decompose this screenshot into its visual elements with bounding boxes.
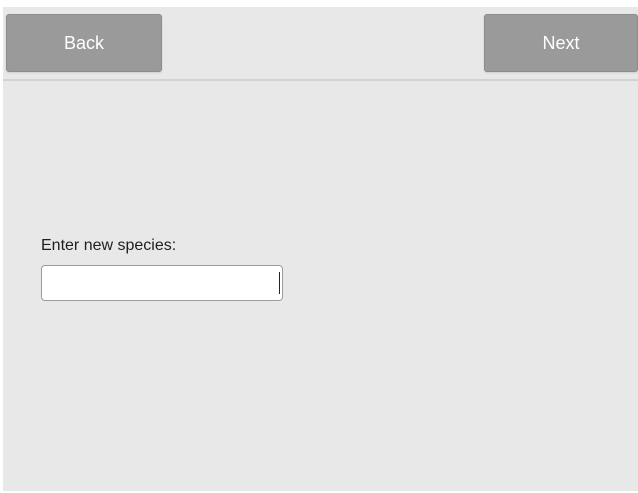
toolbar-divider [3,79,638,81]
text-caret [279,272,280,294]
top-toolbar: Back Next [3,7,638,82]
species-prompt-label: Enter new species: [41,237,177,254]
next-button[interactable]: Next [484,14,638,72]
species-input[interactable] [41,265,283,301]
back-button[interactable]: Back [6,14,162,72]
app-window: Back Next Enter new species: [3,7,638,491]
